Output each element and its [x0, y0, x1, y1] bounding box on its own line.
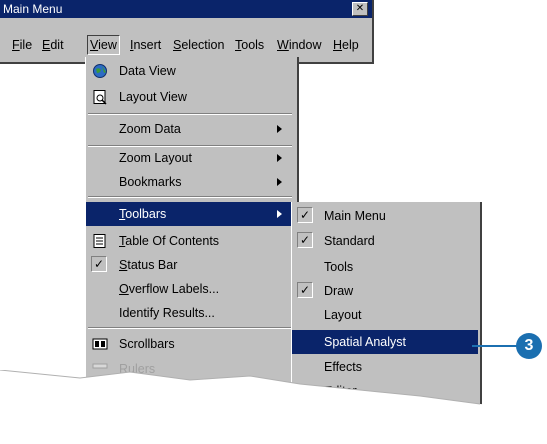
- checkmark-icon: ✓: [91, 256, 107, 272]
- main-menu-toolbar: Main Menu ✕ File Edit View Insert Select…: [0, 0, 374, 64]
- globe-icon: [93, 64, 107, 78]
- checkmark-icon: ✓: [297, 207, 313, 223]
- submenu-arrow-icon: [277, 178, 282, 186]
- checkmark-icon: ✓: [297, 232, 313, 248]
- callout-line: [472, 345, 518, 347]
- menu-item-bookmarks[interactable]: Bookmarks: [86, 170, 292, 194]
- title-bar[interactable]: Main Menu ✕: [0, 0, 372, 18]
- menu-item-table-of-contents[interactable]: Table Of Contents: [86, 229, 292, 253]
- menu-item-overflow-labels[interactable]: Overflow Labels...: [86, 277, 292, 301]
- menu-item-zoom-layout[interactable]: Zoom Layout: [86, 146, 292, 170]
- menu-file[interactable]: File: [12, 36, 32, 54]
- menu-selection[interactable]: Selection: [173, 36, 224, 54]
- window-title: Main Menu: [3, 2, 63, 16]
- checkmark-icon: ✓: [297, 282, 313, 298]
- separator: [88, 113, 292, 115]
- torn-edge: [0, 370, 547, 444]
- close-button[interactable]: ✕: [352, 2, 368, 16]
- menu-window[interactable]: Window: [277, 36, 321, 54]
- toolbar-item-main-menu[interactable]: ✓ Main Menu: [292, 204, 478, 228]
- menu-item-data-view[interactable]: Data View: [86, 59, 292, 83]
- toolbar-item-draw[interactable]: ✓ Draw: [292, 279, 478, 303]
- menu-item-zoom-data[interactable]: Zoom Data: [86, 117, 292, 141]
- menu-view[interactable]: View: [87, 35, 120, 55]
- submenu-arrow-icon: [277, 125, 282, 133]
- menu-item-identify-results[interactable]: Identify Results...: [86, 301, 292, 325]
- menu-insert[interactable]: Insert: [130, 36, 161, 54]
- menu-edit[interactable]: Edit: [42, 36, 64, 54]
- separator: [88, 327, 292, 329]
- menu-item-scrollbars[interactable]: Scrollbars: [86, 332, 292, 356]
- submenu-arrow-icon: [277, 210, 282, 218]
- menu-item-toolbars[interactable]: Toolbars: [86, 202, 292, 226]
- menu-item-layout-view[interactable]: Layout View: [86, 85, 292, 109]
- menu-item-status-bar[interactable]: ✓ Status Bar: [86, 253, 292, 277]
- table-of-contents-icon: [93, 234, 106, 248]
- view-menu: Data View Layout View Zoom Data Zoom Lay…: [85, 57, 299, 387]
- menu-tools[interactable]: Tools: [235, 36, 264, 54]
- menu-help[interactable]: Help: [333, 36, 359, 54]
- toolbar-item-standard[interactable]: ✓ Standard: [292, 229, 478, 253]
- layout-page-icon: [93, 90, 107, 105]
- toolbar-item-spatial-analyst[interactable]: Spatial Analyst: [292, 330, 478, 354]
- callout-step-badge: 3: [516, 333, 542, 359]
- toolbar-item-tools[interactable]: Tools: [292, 255, 478, 279]
- submenu-arrow-icon: [277, 154, 282, 162]
- scrollbars-icon: [92, 338, 108, 350]
- separator: [88, 196, 292, 198]
- toolbar-item-layout[interactable]: Layout: [292, 303, 478, 327]
